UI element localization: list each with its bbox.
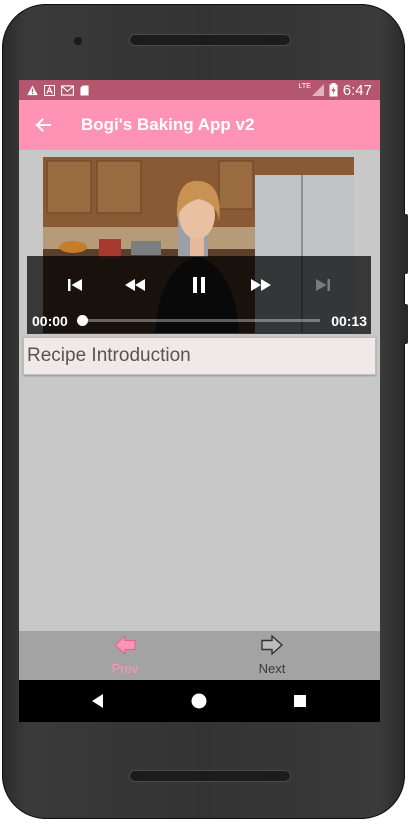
sd-card-icon (80, 85, 89, 95)
signal-icon (311, 84, 324, 96)
pause-button[interactable] (187, 274, 211, 296)
prev-arrow-icon (114, 634, 136, 656)
prev-button[interactable]: Prev (90, 634, 160, 677)
current-time: 00:00 (32, 313, 68, 329)
app-bar: Bogi's Baking App v2 (19, 100, 380, 150)
back-triangle-icon[interactable] (89, 692, 107, 710)
player-controls: 00:00 00:13 (27, 256, 371, 334)
progress-scrubber[interactable] (77, 315, 88, 326)
skip-next-button[interactable] (311, 274, 335, 296)
battery-charging-icon (329, 83, 338, 97)
network-type: LTE (298, 82, 311, 90)
front-camera (74, 37, 82, 45)
step-navigation: Prev Next (19, 631, 380, 680)
fast-forward-icon (251, 279, 271, 291)
skip-previous-icon (68, 279, 82, 291)
system-navigation-bar (19, 680, 380, 722)
prev-label: Prev (111, 661, 139, 676)
skip-next-icon (316, 279, 330, 291)
status-bar: LTE 6:47 (19, 80, 380, 100)
duration-time: 00:13 (331, 313, 367, 329)
volume-button (404, 214, 408, 274)
home-circle-icon[interactable] (190, 692, 208, 710)
next-button[interactable]: Next (237, 634, 307, 677)
device-screen: LTE 6:47 Bogi's Baking App v2 00:00 00:1… (19, 80, 380, 722)
bottom-speaker (129, 770, 291, 782)
step-title: Recipe Introduction (27, 345, 191, 366)
warning-icon (27, 84, 38, 95)
next-arrow-icon (261, 634, 284, 656)
next-label: Next (258, 661, 286, 676)
step-card[interactable]: Recipe Introduction (23, 337, 376, 375)
status-time: 6:47 (342, 81, 372, 99)
pause-icon (193, 277, 205, 293)
power-button (404, 304, 408, 344)
arrow-back-icon[interactable] (33, 115, 53, 135)
fast-forward-button[interactable] (249, 274, 273, 296)
earpiece-speaker (129, 34, 291, 46)
rewind-icon (125, 279, 145, 291)
rewind-button[interactable] (123, 274, 147, 296)
notification-a-icon (44, 84, 55, 96)
gmail-icon (61, 84, 74, 96)
recents-square-icon[interactable] (291, 692, 309, 710)
skip-previous-button[interactable] (63, 274, 87, 296)
progress-bar[interactable] (77, 315, 320, 326)
app-title: Bogi's Baking App v2 (81, 115, 255, 134)
